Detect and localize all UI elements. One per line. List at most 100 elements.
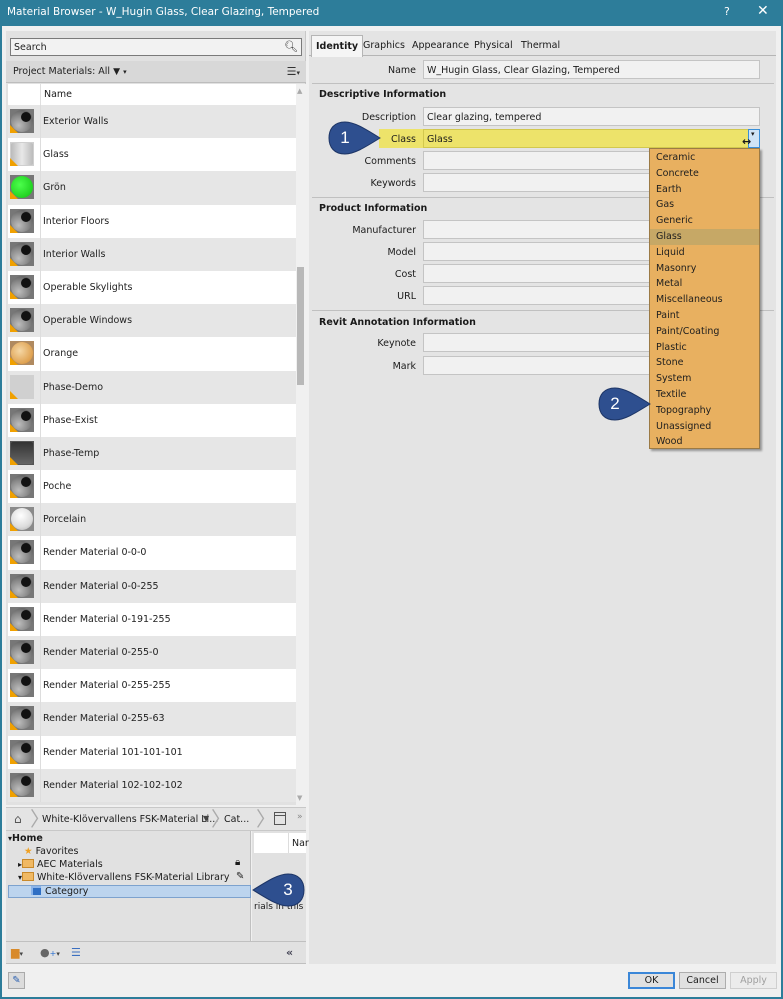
tab-identity[interactable]: Identity — [311, 35, 364, 57]
class-option[interactable]: Stone — [650, 355, 759, 371]
class-option[interactable]: Plastic — [650, 340, 759, 356]
home-icon[interactable]: ⌂ — [14, 812, 22, 826]
class-option[interactable]: System — [650, 371, 759, 387]
material-thumbnail — [10, 109, 34, 133]
comments-label: Comments — [364, 156, 417, 167]
name-field[interactable]: W_Hugin Glass, Clear Glazing, Tempered — [423, 60, 760, 79]
scroll-up-icon[interactable]: ▲ — [297, 87, 302, 95]
material-row[interactable]: Interior Walls — [8, 237, 296, 271]
close-icon[interactable]: ✕ — [757, 3, 769, 19]
product-section-title: Product Information — [319, 203, 428, 214]
thumbnail-cell — [8, 138, 41, 172]
edit-material-icon[interactable]: ✎ — [8, 972, 25, 989]
material-name: Render Material 0-255-63 — [43, 713, 165, 725]
class-option[interactable]: Liquid — [650, 245, 759, 261]
callout-number: 1 — [340, 128, 350, 147]
material-row[interactable]: Render Material 0-255-63 — [8, 702, 296, 736]
class-option[interactable]: Paint/Coating — [650, 324, 759, 340]
view-options-icon[interactable]: ☰▾ — [287, 65, 300, 78]
material-list-scrollbar[interactable]: ▲ ▼ — [296, 84, 306, 805]
material-row[interactable]: Render Material 0-255-0 — [8, 636, 296, 670]
search-icon[interactable]: 🔍︎ — [284, 40, 298, 53]
breadcrumb-category[interactable]: Cat... — [224, 814, 249, 825]
open-library-icon[interactable]: ▆▾ — [11, 946, 23, 959]
tab-graphics[interactable]: Graphics — [359, 35, 409, 56]
class-option[interactable]: Glass — [650, 229, 759, 245]
scroll-down-icon[interactable]: ▼ — [297, 794, 302, 802]
tree-item-home[interactable]: ▾Home — [8, 833, 43, 846]
material-row[interactable]: Phase-Demo — [8, 370, 296, 404]
material-row[interactable]: Phase-Exist — [8, 403, 296, 437]
class-option[interactable]: Concrete — [650, 166, 759, 182]
class-option[interactable]: Generic — [650, 213, 759, 229]
material-row[interactable]: Phase-Temp — [8, 436, 296, 471]
material-row[interactable]: Orange — [8, 337, 296, 371]
tab-appearance[interactable]: Appearance — [408, 35, 473, 56]
breadcrumb-library[interactable]: White-Klövervallens FSK-Material Li... — [42, 814, 218, 825]
chevron-down-icon[interactable]: ▼ — [203, 814, 209, 823]
class-option[interactable]: Paint — [650, 308, 759, 324]
material-editor-icon[interactable]: ☰ — [71, 946, 81, 959]
chevron-down-icon[interactable]: ▾ — [123, 68, 127, 76]
apply-button[interactable]: Apply — [730, 972, 777, 989]
help-button[interactable]: ? — [724, 5, 730, 18]
material-row[interactable]: Interior Floors — [8, 204, 296, 238]
class-option[interactable]: Wood — [650, 434, 759, 450]
name-column-header[interactable]: Name — [44, 89, 72, 100]
tree-item-favorites[interactable]: ★ Favorites — [24, 846, 78, 859]
class-option[interactable]: Gas — [650, 197, 759, 213]
material-row[interactable]: Exterior Walls — [8, 105, 296, 139]
material-row[interactable]: Render Material 0-255-255 — [8, 669, 296, 703]
scrollbar-thumb[interactable] — [297, 267, 304, 385]
class-option[interactable]: Earth — [650, 182, 759, 198]
material-row[interactable]: Operable Skylights — [8, 270, 296, 305]
class-option[interactable]: Masonry — [650, 261, 759, 277]
material-thumbnail — [10, 241, 34, 266]
material-row[interactable]: Render Material 0-0-255 — [8, 569, 296, 603]
material-row[interactable]: Porcelain — [8, 503, 296, 537]
material-list: Exterior Walls Glass Grön Interior Floors In… — [8, 105, 296, 805]
class-option[interactable]: Miscellaneous — [650, 292, 759, 308]
class-option[interactable]: Ceramic — [650, 150, 759, 166]
collapse-icon[interactable]: « — [286, 946, 293, 959]
callout-number: 2 — [610, 394, 620, 413]
material-row[interactable]: Grön — [8, 171, 296, 205]
class-option[interactable]: Unassigned — [650, 419, 759, 435]
tree-item-aec-materials[interactable]: ▸ AEC Materials — [18, 859, 103, 872]
material-name: Render Material 0-255-0 — [43, 647, 159, 658]
material-row[interactable]: Render Material 0-0-0 — [8, 536, 296, 570]
more-icon[interactable]: » — [297, 812, 303, 822]
material-row[interactable]: Render Material 102-102-102 — [8, 768, 296, 802]
description-field[interactable]: Clear glazing, tempered — [423, 107, 760, 126]
material-thumbnail — [10, 341, 34, 366]
panel-toggle-icon[interactable] — [274, 812, 286, 825]
cost-label: Cost — [394, 269, 416, 280]
pencil-icon[interactable]: ✎ — [236, 871, 244, 882]
class-dropdown[interactable]: Glass — [423, 129, 760, 148]
class-option[interactable]: Topography — [650, 403, 759, 419]
warning-icon — [10, 523, 18, 532]
thumbnail-cell — [8, 536, 41, 570]
material-row[interactable]: Poche — [8, 470, 296, 504]
tab-thermal[interactable]: Thermal — [517, 35, 564, 56]
project-materials-filter[interactable]: Project Materials: All ▼ ▾ — [13, 66, 127, 77]
create-material-icon[interactable]: ●+▾ — [40, 946, 60, 959]
thumbnail-cell — [8, 569, 41, 603]
tree-item-library[interactable]: ▾ White-Klövervallens FSK-Material Librar… — [18, 872, 230, 885]
descriptive-section-title: Descriptive Information — [319, 89, 447, 100]
ok-button[interactable]: OK — [628, 972, 675, 989]
filter-icon[interactable]: ▼ — [113, 67, 120, 77]
material-row[interactable]: Operable Windows — [8, 304, 296, 338]
material-name: Render Material 0-191-255 — [43, 613, 171, 625]
material-row[interactable]: Render Material 101-101-101 — [8, 735, 296, 769]
tab-physical[interactable]: Physical — [470, 35, 517, 56]
class-option[interactable]: Textile — [650, 387, 759, 403]
class-option[interactable]: Metal — [650, 276, 759, 292]
cancel-button[interactable]: Cancel — [679, 972, 726, 989]
search-input[interactable]: Search 🔍︎ — [10, 38, 302, 56]
material-row[interactable]: Render Material 0-191-255 — [8, 602, 296, 636]
material-row[interactable]: Glass — [8, 138, 296, 172]
tree-item-category[interactable]: Category — [8, 885, 251, 898]
warning-icon — [10, 357, 18, 366]
name-column-header[interactable]: Nar — [292, 838, 309, 849]
